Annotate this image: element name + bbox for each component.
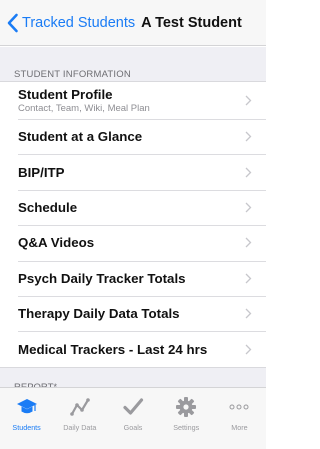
tab-label: Daily Data (63, 423, 97, 432)
back-button[interactable]: Tracked Students (6, 13, 135, 33)
chevron-right-icon (245, 237, 252, 248)
row-label: Medical Trackers - Last 24 hrs (18, 341, 208, 357)
chevron-right-icon (245, 131, 252, 142)
chevron-right-icon (245, 308, 252, 319)
chevron-right-icon (245, 95, 252, 106)
section-header-student-information: STUDENT INFORMATION (14, 69, 131, 80)
back-button-label: Tracked Students (22, 14, 136, 31)
tab-label: Settings (173, 423, 200, 432)
tab-daily-data[interactable]: Daily Data (53, 388, 106, 449)
chevron-left-icon (7, 13, 18, 32)
tab-label: Goals (123, 423, 143, 432)
more-dots-icon (229, 404, 249, 410)
tab-students[interactable]: Students (0, 388, 53, 449)
tab-bar: Students Daily Data Goals Settings More (0, 387, 266, 449)
row-label: Therapy Daily Data Totals (18, 306, 180, 322)
row-label: Student at a Glance (18, 129, 143, 145)
tab-label: Students (12, 423, 41, 432)
row-label: BIP/ITP (18, 164, 65, 180)
section-header-report: REPORT* (0, 368, 266, 387)
graduation-cap-icon (16, 399, 37, 414)
row-student-at-a-glance[interactable]: Student at a Glance (0, 119, 266, 154)
row-medical-trackers[interactable]: Medical Trackers - Last 24 hrs (0, 331, 266, 366)
student-information-list: Student Profile Contact, Team, Wiki, Mea… (0, 81, 266, 368)
tab-more[interactable]: More (213, 388, 266, 449)
row-subtitle: Contact, Team, Wiki, Meal Plan (18, 103, 150, 114)
tab-goals[interactable]: Goals (106, 388, 159, 449)
student-menu[interactable]: STUDENT INFORMATION Student Profile Cont… (0, 47, 266, 387)
line-chart-icon (69, 398, 90, 416)
chevron-right-icon (245, 167, 252, 178)
row-therapy-daily-data-totals[interactable]: Therapy Daily Data Totals (0, 295, 266, 331)
row-psych-daily-tracker-totals[interactable]: Psych Daily Tracker Totals (0, 260, 266, 296)
row-label: Q&A Videos (18, 235, 95, 251)
gear-icon (176, 397, 197, 417)
row-qa-videos[interactable]: Q&A Videos (0, 225, 266, 260)
row-schedule[interactable]: Schedule (0, 189, 266, 225)
row-label: Psych Daily Tracker Totals (18, 270, 186, 286)
chevron-right-icon (245, 344, 252, 354)
row-student-profile[interactable]: Student Profile Contact, Team, Wiki, Mea… (0, 82, 266, 119)
tab-label: More (231, 423, 248, 432)
chevron-right-icon (245, 273, 252, 284)
page-title: A Test Student (141, 14, 242, 31)
row-label: Schedule (18, 199, 78, 215)
chevron-right-icon (245, 202, 252, 213)
navigation-bar: Tracked Students A Test Student (0, 0, 266, 46)
checkmark-icon (123, 398, 144, 415)
tab-settings[interactable]: Settings (160, 388, 213, 449)
row-bip-itp[interactable]: BIP/ITP (0, 154, 266, 189)
row-label: Student Profile (18, 87, 113, 102)
